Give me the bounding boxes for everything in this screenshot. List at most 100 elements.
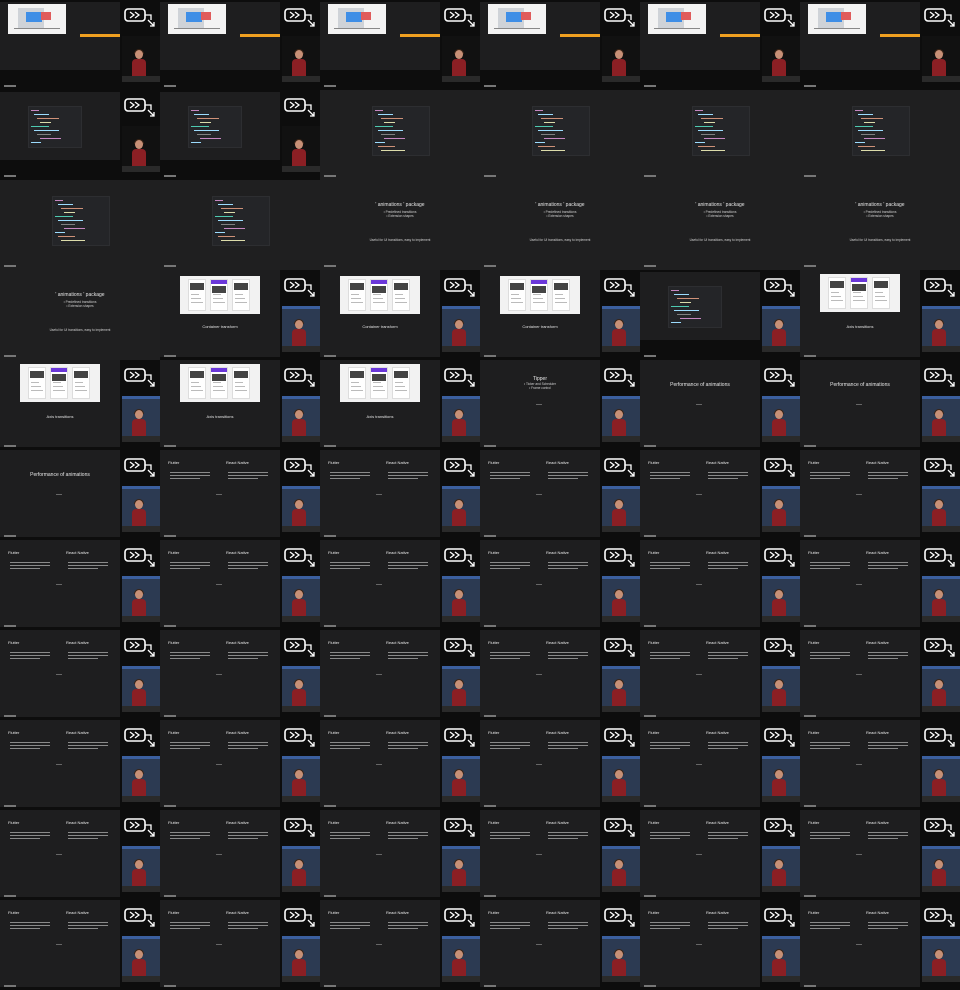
column-heading-react-native: React Native	[386, 820, 409, 825]
page-indicator	[696, 494, 702, 495]
column-heading-flutter: Flutter	[168, 640, 180, 645]
camera-stripe	[282, 396, 320, 399]
conference-logo-icon	[924, 278, 955, 297]
podium	[922, 526, 960, 532]
slide-area: ' animations ' package • Predefined trans…	[320, 180, 480, 267]
bullet-line	[388, 745, 428, 746]
timestamp-mark	[484, 985, 496, 987]
bullet-line	[10, 922, 50, 923]
frame-thumbnail: Axis transitions	[160, 360, 320, 450]
slide-title: Performance of animations	[670, 382, 730, 388]
timestamp-mark	[804, 175, 816, 177]
bullet-line	[68, 838, 98, 839]
frame-thumbnail: Flutter React Native	[480, 720, 640, 810]
slide-area	[480, 90, 640, 177]
bullet-line	[650, 742, 690, 743]
code-line	[378, 146, 395, 147]
bar-blue	[826, 12, 842, 22]
column-heading-flutter: Flutter	[488, 640, 500, 645]
camera-stripe	[602, 576, 640, 579]
frame-thumbnail: Flutter React Native	[160, 810, 320, 900]
bullet-line	[868, 565, 908, 566]
speaker-head	[935, 320, 943, 329]
text-line	[555, 302, 567, 303]
text-line	[853, 296, 863, 297]
frame-thumbnail: Performance of animations	[800, 360, 960, 450]
bar-blue	[26, 12, 42, 22]
timestamp-mark	[644, 985, 656, 987]
bullet-line	[548, 745, 588, 746]
bullet-line	[228, 562, 268, 563]
speaker-camera	[602, 576, 640, 622]
bullet-line	[868, 835, 908, 836]
thumbnail	[532, 286, 546, 293]
conference-logo-icon	[124, 908, 155, 927]
bullet-line	[548, 742, 588, 743]
bullet-line	[10, 568, 40, 569]
bullet-line	[68, 562, 108, 563]
timestamp-mark	[644, 85, 656, 87]
camera-stripe	[122, 576, 160, 579]
bullet-line	[810, 562, 850, 563]
speaker-camera	[602, 396, 640, 442]
bullet-line	[490, 925, 530, 926]
bullet-line	[170, 472, 210, 473]
bullet-line	[388, 562, 428, 563]
slide-area: Performance of animations	[640, 360, 760, 447]
thumbnail	[372, 374, 386, 381]
conference-logo-icon	[924, 8, 955, 27]
bullet-line	[868, 475, 908, 476]
camera-stripe	[762, 576, 800, 579]
conference-logo-icon	[764, 818, 795, 837]
bullet-line	[388, 928, 418, 929]
bullet-line	[330, 745, 370, 746]
frame-thumbnail	[160, 180, 320, 270]
bullet-line	[228, 742, 268, 743]
bullet-line	[10, 832, 50, 833]
bar-red	[841, 12, 851, 20]
speaker-head	[775, 50, 783, 59]
podium	[122, 526, 160, 532]
app-screens	[820, 274, 900, 312]
camera-stripe	[922, 756, 960, 759]
column-heading-flutter: Flutter	[8, 730, 20, 735]
code-line	[34, 130, 59, 131]
podium	[442, 526, 480, 532]
text-line	[213, 382, 221, 383]
frame-thumbnail: Flutter React Native	[160, 900, 320, 990]
slide-area: Flutter React Native	[160, 630, 280, 717]
conference-logo-icon	[284, 818, 315, 837]
text-line	[875, 300, 887, 301]
camera-stripe	[442, 306, 480, 309]
bullet-line	[228, 472, 268, 473]
podium	[602, 76, 640, 82]
bullet-line	[548, 922, 588, 923]
speaker-head	[775, 590, 783, 599]
page-indicator	[376, 674, 382, 675]
camera-stripe	[442, 486, 480, 489]
page-indicator	[856, 854, 862, 855]
camera-stripe	[762, 396, 800, 399]
bullet-line	[68, 652, 108, 653]
phone-mockup	[348, 367, 366, 399]
text-line	[191, 298, 201, 299]
conference-logo-icon	[604, 728, 635, 747]
bullet-line	[10, 925, 50, 926]
frame-thumbnail: Performance of animations	[0, 450, 160, 540]
podium	[922, 436, 960, 442]
highlight-bar	[560, 34, 600, 37]
code-line	[701, 134, 715, 135]
column-heading-flutter: Flutter	[648, 730, 660, 735]
code-line	[541, 150, 565, 151]
bar-red	[521, 12, 531, 20]
slide-area: Flutter React Native	[320, 720, 440, 807]
app-bar	[51, 368, 67, 372]
slide-title: ' animations ' package	[535, 202, 585, 208]
code-line	[701, 150, 725, 151]
column-heading-react-native: React Native	[546, 550, 569, 555]
podium	[122, 976, 160, 982]
podium	[762, 76, 800, 82]
conference-logo-icon	[284, 458, 315, 477]
bullet-line	[10, 838, 40, 839]
camera-stripe	[922, 306, 960, 309]
